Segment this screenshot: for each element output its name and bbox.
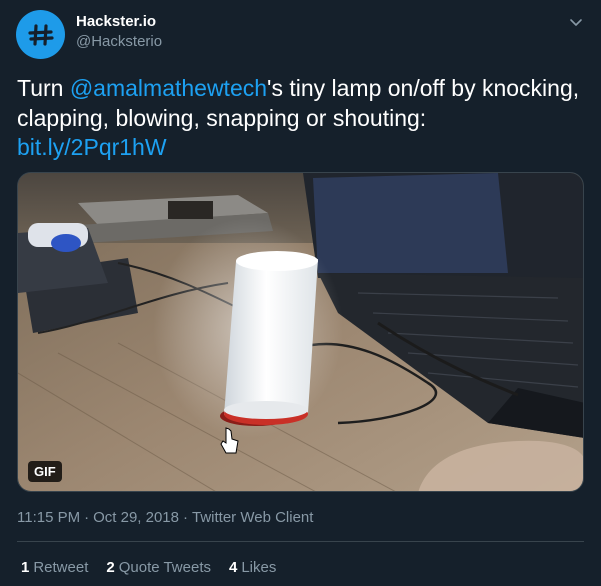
quote-tweets-count: 2 — [106, 559, 115, 576]
tweet-text: Turn @amalmathewtech's tiny lamp on/off … — [17, 74, 592, 163]
meta-separator: · — [84, 509, 90, 526]
mention-link[interactable]: @amalmathewtech — [70, 75, 267, 101]
retweets-label: Retweet — [33, 559, 89, 576]
meta-separator: · — [183, 509, 188, 526]
retweets-stat[interactable]: 1 Retweet — [21, 559, 88, 576]
chevron-down-icon[interactable] — [566, 12, 586, 32]
author-name[interactable]: Hackster.io — [76, 13, 156, 30]
quote-tweets-label: Quote Tweets — [118, 559, 211, 576]
hackster-logo-icon — [27, 23, 54, 46]
divider — [17, 541, 584, 542]
tweet-card: Hackster.io @Hacksterio Turn @amalmathew… — [0, 0, 601, 586]
tweet-text-prefix: Turn — [17, 75, 70, 101]
likes-stat[interactable]: 4 Likes — [229, 559, 276, 576]
url-link[interactable]: bit.ly/2Pqr1hW — [17, 134, 167, 160]
tweet-stats: 1 Retweet 2 Quote Tweets 4 Likes — [21, 559, 276, 576]
tweet-client[interactable]: Twitter Web Client — [192, 509, 313, 526]
likes-count: 4 — [229, 559, 238, 576]
gif-media[interactable]: GIF — [17, 172, 584, 492]
likes-label: Likes — [241, 559, 277, 576]
avatar[interactable] — [16, 10, 65, 59]
gif-frame-image — [18, 173, 583, 491]
author-handle[interactable]: @Hacksterio — [76, 33, 162, 50]
gif-badge: GIF — [28, 461, 62, 482]
tweet-meta: 11:15 PM · Oct 29, 2018 · Twitter Web Client — [17, 509, 313, 526]
quote-tweets-stat[interactable]: 2 Quote Tweets — [106, 559, 211, 576]
tweet-time[interactable]: 11:15 PM — [17, 509, 80, 526]
tweet-date[interactable]: Oct 29, 2018 — [93, 509, 179, 526]
retweets-count: 1 — [21, 559, 30, 576]
